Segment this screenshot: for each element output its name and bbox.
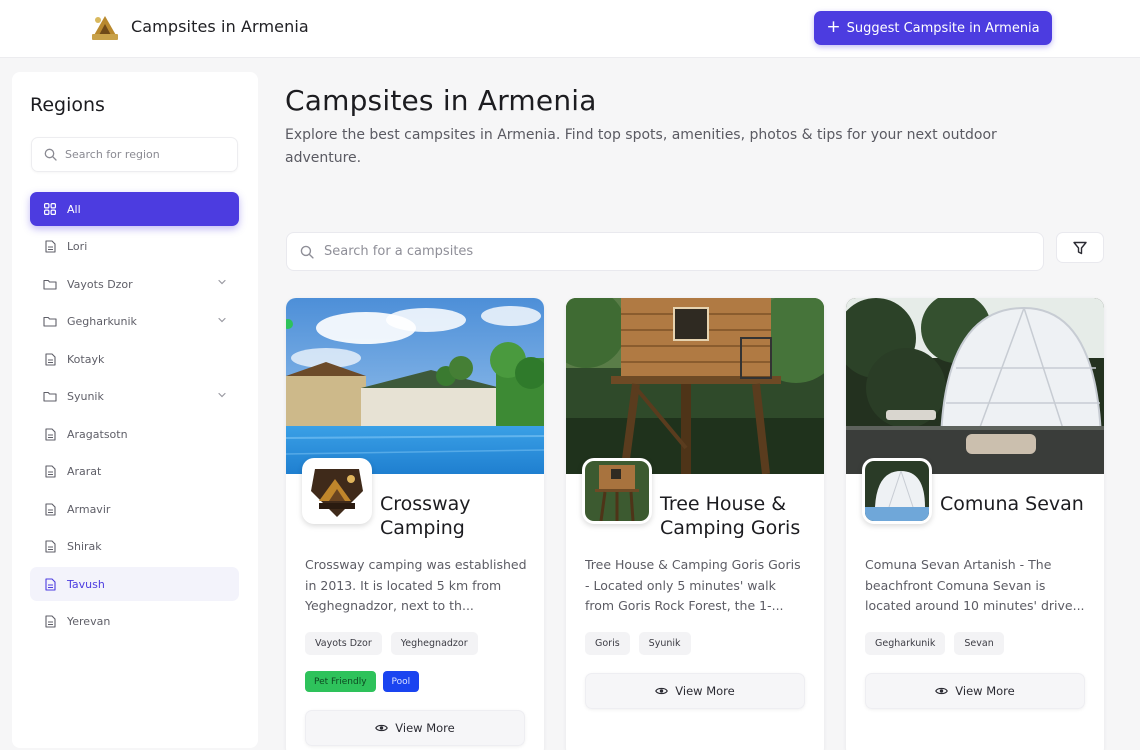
location-tag[interactable]: Sevan — [954, 632, 1004, 655]
search-icon — [44, 148, 57, 161]
sidebar-item-label: Ararat — [67, 465, 102, 478]
campsite-tags: Goris Syunik — [585, 632, 691, 655]
sidebar-item-vayots-dzor[interactable]: Vayots Dzor — [30, 267, 239, 301]
sidebar-item-label: Gegharkunik — [67, 315, 137, 328]
region-search-input[interactable]: Search for region — [31, 137, 238, 172]
sidebar-item-yerevan[interactable]: Yerevan — [30, 605, 239, 639]
location-tag[interactable]: Yeghegnadzor — [390, 632, 478, 655]
top-header: Campsites in Armenia + Suggest Campsite … — [0, 0, 1140, 58]
sidebar-item-shirak[interactable]: Shirak — [30, 530, 239, 564]
regions-sidebar: Regions Search for region All Lori Vayots … — [12, 72, 258, 748]
amenity-badge: Pet Friendly — [305, 671, 376, 692]
suggest-campsite-button[interactable]: + Suggest Campsite in Armenia — [814, 11, 1052, 45]
campsite-name[interactable]: Tree House & Camping Goris — [660, 492, 815, 540]
folder-icon — [43, 315, 57, 329]
campsite-description: Comuna Sevan Artanish - The beachfront C… — [865, 557, 1085, 613]
amenity-badge: Pool — [382, 671, 420, 692]
sidebar-item-all[interactable]: All — [30, 192, 239, 226]
sidebar-item-label: All — [67, 202, 81, 216]
location-tag[interactable]: Vayots Dzor — [305, 632, 382, 655]
sidebar-item-label: Tavush — [67, 577, 105, 591]
sidebar-item-label: Armavir — [67, 502, 111, 516]
plus-icon: + — [826, 16, 841, 37]
sidebar-item-armavir[interactable]: Armavir — [30, 492, 239, 526]
sidebar-item-tavush[interactable]: Tavush — [30, 567, 239, 601]
folder-icon — [43, 390, 57, 404]
campsite-photo[interactable] — [566, 298, 824, 474]
view-more-label: View More — [955, 684, 1015, 698]
region-list: All Lori Vayots Dzor Gegharkunik Kotayk Syuni… — [30, 192, 239, 642]
filter-icon — [1073, 241, 1087, 254]
campsite-photo[interactable] — [286, 298, 544, 474]
campsite-description: Crossway camping was established in 2013… — [305, 557, 527, 613]
location-tag[interactable]: Goris — [585, 632, 630, 655]
sidebar-item-label: Vayots Dzor — [67, 277, 133, 291]
campsite-search-placeholder: Search for a campsites — [324, 244, 474, 259]
amenity-badges: Pet Friendly Pool — [305, 671, 420, 692]
sidebar-item-aragatsotn[interactable]: Aragatsotn — [30, 417, 239, 451]
campsite-photo[interactable] — [846, 298, 1104, 474]
campsite-search-input[interactable]: Search for a campsites — [286, 232, 1044, 271]
brand-title[interactable]: Campsites in Armenia — [131, 17, 309, 36]
campsite-name[interactable]: Crossway Camping — [380, 492, 535, 540]
sidebar-item-syunik[interactable]: Syunik — [30, 380, 239, 414]
suggest-campsite-label: Suggest Campsite in Armenia — [846, 20, 1040, 36]
campsite-card[interactable]: Comuna Sevan Comuna Sevan Artanish - The… — [846, 298, 1104, 750]
sidebar-item-label: Yerevan — [67, 615, 111, 628]
chevron-down-icon[interactable] — [217, 277, 227, 290]
view-more-button[interactable]: View More — [305, 710, 525, 746]
location-tag[interactable]: Syunik — [638, 632, 691, 655]
hero-section: Campsites in Armenia Explore the best ca… — [260, 60, 1140, 190]
document-icon — [43, 427, 57, 441]
campsite-logo[interactable] — [862, 458, 932, 524]
campsite-logo[interactable] — [302, 458, 372, 524]
campsite-tags: Gegharkunik Sevan — [865, 632, 1004, 655]
campsite-name[interactable]: Comuna Sevan — [940, 492, 1095, 516]
campsite-card[interactable]: Tree House & Camping Goris Tree House & … — [566, 298, 824, 750]
view-more-button[interactable]: View More — [865, 673, 1085, 709]
sidebar-item-label: Aragatsotn — [67, 427, 128, 441]
chevron-down-icon[interactable] — [217, 315, 227, 328]
search-icon — [300, 245, 314, 259]
campsite-card[interactable]: Crossway Camping Crossway camping was es… — [286, 298, 544, 750]
document-icon — [43, 615, 57, 629]
brand-logo[interactable] — [89, 11, 121, 44]
page-title: Campsites in Armenia — [285, 84, 597, 117]
document-icon — [43, 577, 57, 591]
filter-button[interactable] — [1056, 232, 1104, 263]
campsite-tags: Vayots Dzor Yeghegnadzor — [305, 632, 478, 655]
campsite-logo[interactable] — [582, 458, 652, 524]
view-more-label: View More — [395, 721, 455, 735]
document-icon — [43, 352, 57, 366]
region-search-placeholder: Search for region — [65, 148, 160, 161]
view-more-button[interactable]: View More — [585, 673, 805, 709]
document-icon — [43, 540, 57, 554]
view-more-label: View More — [675, 684, 735, 698]
eye-icon — [375, 724, 389, 732]
sidebar-item-label: Syunik — [67, 390, 104, 403]
sidebar-item-label: Lori — [67, 240, 88, 253]
sidebar-item-label: Kotayk — [67, 352, 105, 366]
sidebar-item-gegharkunik[interactable]: Gegharkunik — [30, 305, 239, 339]
folder-icon — [43, 277, 57, 291]
sidebar-item-ararat[interactable]: Ararat — [30, 455, 239, 489]
eye-icon — [935, 687, 949, 695]
page-description: Explore the best campsites in Armenia. F… — [285, 127, 997, 166]
campsite-description: Tree House & Camping Goris Goris - Locat… — [585, 557, 801, 613]
grid-icon — [43, 202, 57, 216]
location-tag[interactable]: Gegharkunik — [865, 632, 946, 655]
sidebar-item-kotayk[interactable]: Kotayk — [30, 342, 239, 376]
sidebar-item-lori[interactable]: Lori — [30, 230, 239, 264]
document-icon — [43, 502, 57, 516]
sidebar-item-label: Shirak — [67, 540, 102, 553]
document-icon — [43, 240, 57, 254]
document-icon — [43, 465, 57, 479]
eye-icon — [655, 687, 669, 695]
regions-title: Regions — [30, 94, 105, 116]
chevron-down-icon[interactable] — [217, 390, 227, 403]
